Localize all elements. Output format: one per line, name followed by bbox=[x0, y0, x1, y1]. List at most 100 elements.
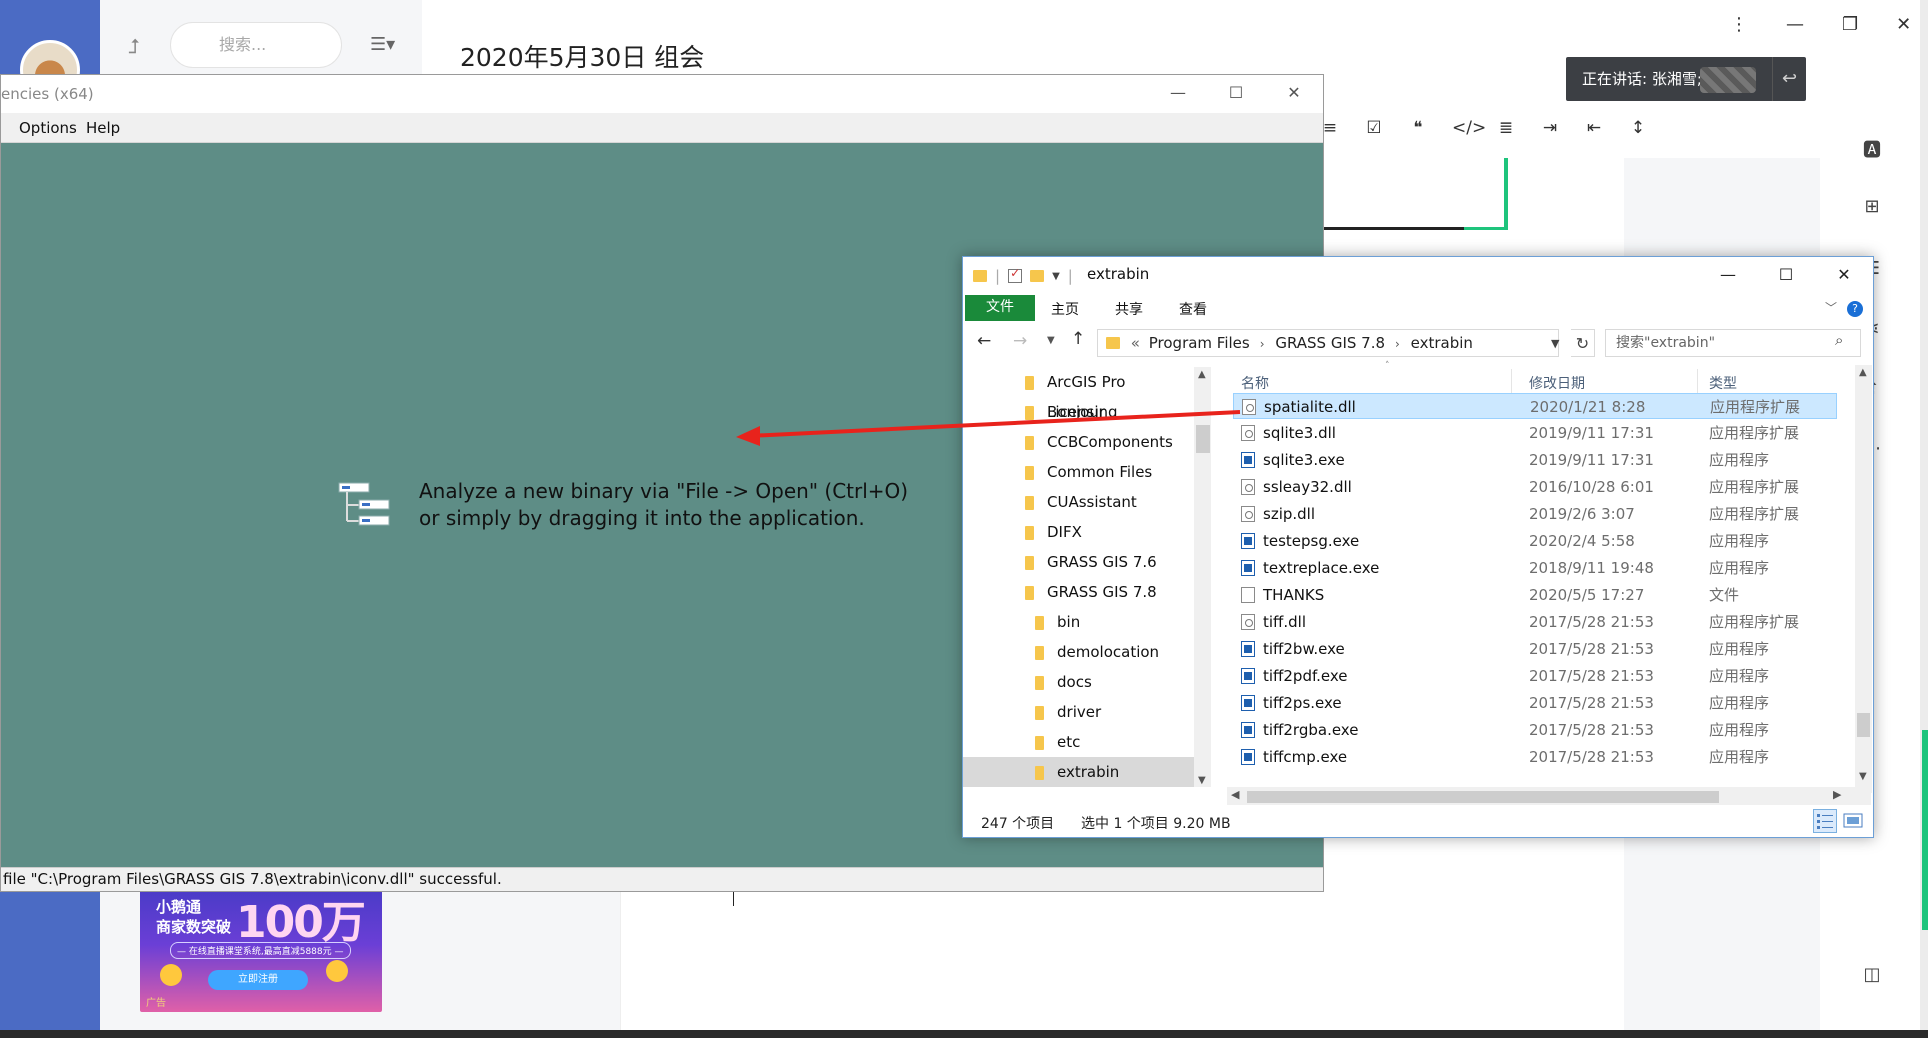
search-icon[interactable]: ⌕ bbox=[1835, 331, 1843, 349]
outdent-icon[interactable]: ⇤ bbox=[1584, 118, 1604, 148]
file-row[interactable]: tiff.dll 2017/5/28 21:53 应用程序扩展 bbox=[1233, 609, 1837, 635]
column-header-date[interactable]: 修改日期 bbox=[1529, 373, 1585, 393]
file-row[interactable]: textreplace.exe 2018/9/11 19:48 应用程序 bbox=[1233, 555, 1837, 581]
back-arrow-icon[interactable]: ← bbox=[977, 331, 991, 351]
nav-item[interactable]: GRASS GIS 7.6 bbox=[963, 547, 1195, 577]
file-row[interactable]: sqlite3.dll 2019/9/11 17:31 应用程序扩展 bbox=[1233, 420, 1837, 446]
line-height-icon[interactable]: ↕ bbox=[1628, 118, 1648, 148]
nav-item[interactable]: ArcGIS Pro Licensing bbox=[963, 367, 1195, 421]
horizontal-scroll-thumb[interactable] bbox=[1247, 791, 1719, 803]
nav-item[interactable]: DIFX bbox=[963, 517, 1195, 547]
nav-item[interactable]: CCBComponents bbox=[963, 427, 1195, 457]
file-row[interactable]: ssleay32.dll 2016/10/28 6:01 应用程序扩展 bbox=[1233, 474, 1837, 500]
breadcrumb-program-files[interactable]: Program Files bbox=[1149, 330, 1250, 356]
chevron-right-icon[interactable]: › bbox=[1260, 337, 1265, 351]
text-box-icon[interactable]: 🅰 bbox=[1860, 136, 1884, 161]
close-icon[interactable]: ✕ bbox=[1815, 257, 1873, 295]
ribbon-tab-home[interactable]: 主页 bbox=[1051, 299, 1079, 319]
expand-ribbon-icon[interactable]: ﹀ bbox=[1825, 299, 1837, 316]
split-view-icon[interactable]: ◫ bbox=[1860, 964, 1884, 988]
more-vert-icon[interactable]: ⋮ bbox=[1730, 14, 1748, 35]
search-input[interactable]: 搜索"extrabin" bbox=[1605, 329, 1861, 357]
column-header-type[interactable]: 类型 bbox=[1709, 373, 1737, 393]
file-row[interactable]: tiffcmp.exe 2017/5/28 21:53 应用程序 bbox=[1233, 744, 1837, 770]
file-explorer-window[interactable]: | ▼ | extrabin — ☐ ✕ 文件 主页 共享 查看 ﹀ ? ← →… bbox=[962, 256, 1874, 838]
code-icon[interactable]: </> bbox=[1452, 118, 1486, 148]
scroll-right-icon[interactable]: ▶ bbox=[1833, 788, 1841, 801]
exe-file-icon bbox=[1241, 722, 1255, 738]
address-bar[interactable]: « Program Files › GRASS GIS 7.8 › extrabin bbox=[1097, 329, 1559, 357]
scroll-down-icon[interactable]: ▼ bbox=[1859, 771, 1867, 782]
ad-register-button[interactable]: 立即注册 bbox=[208, 970, 308, 990]
nav-item[interactable]: etc bbox=[963, 727, 1195, 757]
chevron-down-icon[interactable]: ▼ bbox=[1551, 337, 1559, 350]
column-header-name[interactable]: 名称 bbox=[1241, 373, 1269, 393]
up-arrow-icon[interactable]: ↑ bbox=[1071, 329, 1085, 349]
nav-item[interactable]: Common Files bbox=[963, 457, 1195, 487]
quote-icon[interactable]: ❝ bbox=[1408, 118, 1428, 148]
scroll-up-icon[interactable]: ▲ bbox=[1859, 367, 1867, 378]
indent-icon[interactable]: ⇥ bbox=[1540, 118, 1560, 148]
large-icons-view-icon[interactable] bbox=[1841, 809, 1865, 833]
list-view-icon[interactable]: ☰▾ bbox=[370, 34, 395, 55]
file-row[interactable]: tiff2rgba.exe 2017/5/28 21:53 应用程序 bbox=[1233, 717, 1837, 743]
menu-help[interactable]: Help bbox=[86, 119, 120, 137]
file-row[interactable]: spatialite.dll 2020/1/21 8:28 应用程序扩展 bbox=[1233, 393, 1837, 419]
nav-item[interactable]: docs bbox=[963, 667, 1195, 697]
maximize-icon[interactable]: ☐ bbox=[1207, 75, 1265, 113]
file-row[interactable]: THANKS 2020/5/5 17:27 文件 bbox=[1233, 582, 1837, 608]
file-row[interactable]: testepsg.exe 2020/2/4 5:58 应用程序 bbox=[1233, 528, 1837, 554]
file-row[interactable]: sqlite3.exe 2019/9/11 17:31 应用程序 bbox=[1233, 447, 1837, 473]
scroll-up-icon[interactable]: ▲ bbox=[1198, 369, 1206, 380]
back-up-icon[interactable]: ⮥ bbox=[128, 34, 152, 58]
chevron-right-icon[interactable]: › bbox=[1395, 337, 1400, 351]
nav-item[interactable]: CUAssistant bbox=[963, 487, 1195, 517]
breadcrumb-extrabin[interactable]: extrabin bbox=[1411, 330, 1473, 356]
close-icon[interactable]: ✕ bbox=[1896, 14, 1911, 35]
align-icon[interactable]: ≣ bbox=[1496, 118, 1516, 148]
ribbon-tab-share[interactable]: 共享 bbox=[1115, 299, 1143, 319]
file-list-scroll-thumb[interactable] bbox=[1857, 713, 1870, 737]
minimize-icon[interactable]: — bbox=[1149, 75, 1207, 113]
nav-scroll-thumb[interactable] bbox=[1196, 425, 1210, 453]
properties-icon[interactable] bbox=[1008, 266, 1023, 283]
recent-locations-icon[interactable]: ▼ bbox=[1047, 335, 1055, 346]
nav-item[interactable]: Bonjour bbox=[963, 397, 1195, 427]
file-row[interactable]: tiff2ps.exe 2017/5/28 21:53 应用程序 bbox=[1233, 690, 1837, 716]
file-row[interactable]: szip.dll 2019/2/6 3:07 应用程序扩展 bbox=[1233, 501, 1837, 527]
ad-banner[interactable]: 小鹅通 商家数突破 100万 — 在线直播课堂系统,最高直减5888元 — 立即… bbox=[140, 890, 382, 1012]
column-divider[interactable] bbox=[1511, 369, 1512, 395]
ribbon-tab-view[interactable]: 查看 bbox=[1179, 299, 1207, 319]
reply-icon[interactable]: ↩ bbox=[1772, 57, 1806, 101]
search-input[interactable]: 搜索... bbox=[170, 22, 342, 68]
help-icon[interactable]: ? bbox=[1847, 301, 1863, 317]
forward-arrow-icon[interactable]: → bbox=[1013, 331, 1027, 351]
title-bar[interactable]: encies (x64) — ☐ ✕ bbox=[1, 75, 1323, 113]
file-row[interactable]: tiff2bw.exe 2017/5/28 21:53 应用程序 bbox=[1233, 636, 1837, 662]
customize-dropdown-icon[interactable]: ▼ bbox=[1052, 271, 1060, 282]
menu-options[interactable]: Options bbox=[19, 119, 77, 137]
add-block-icon[interactable]: ⊞ bbox=[1860, 196, 1884, 220]
nav-item[interactable]: GRASS GIS 7.8 bbox=[963, 577, 1195, 607]
close-icon[interactable]: ✕ bbox=[1265, 75, 1323, 113]
breadcrumb-grass-gis[interactable]: GRASS GIS 7.8 bbox=[1275, 330, 1385, 356]
new-folder-icon[interactable] bbox=[1030, 270, 1045, 282]
nav-item[interactable]: bin bbox=[963, 607, 1195, 637]
checkbox-icon[interactable]: ☑ bbox=[1364, 118, 1384, 148]
file-row[interactable]: tiff2pdf.exe 2017/5/28 21:53 应用程序 bbox=[1233, 663, 1837, 689]
nav-item[interactable]: fonts bbox=[963, 787, 1195, 789]
ribbon-tab-file[interactable]: 文件 bbox=[965, 295, 1035, 321]
breadcrumb-overflow[interactable]: « bbox=[1131, 330, 1140, 356]
details-view-icon[interactable] bbox=[1813, 809, 1837, 833]
nav-item[interactable]: driver bbox=[963, 697, 1195, 727]
column-divider[interactable] bbox=[1697, 369, 1698, 395]
refresh-icon[interactable]: ↻ bbox=[1571, 329, 1595, 357]
maximize-icon[interactable]: ☐ bbox=[1757, 257, 1815, 295]
restore-icon[interactable]: ❐ bbox=[1842, 14, 1858, 35]
scroll-down-icon[interactable]: ▼ bbox=[1198, 775, 1206, 786]
scroll-left-icon[interactable]: ◀ bbox=[1231, 788, 1239, 801]
minimize-icon[interactable]: — bbox=[1699, 257, 1757, 295]
nav-item[interactable]: extrabin bbox=[963, 757, 1195, 787]
minimize-icon[interactable]: — bbox=[1786, 14, 1804, 35]
nav-item[interactable]: demolocation bbox=[963, 637, 1195, 667]
